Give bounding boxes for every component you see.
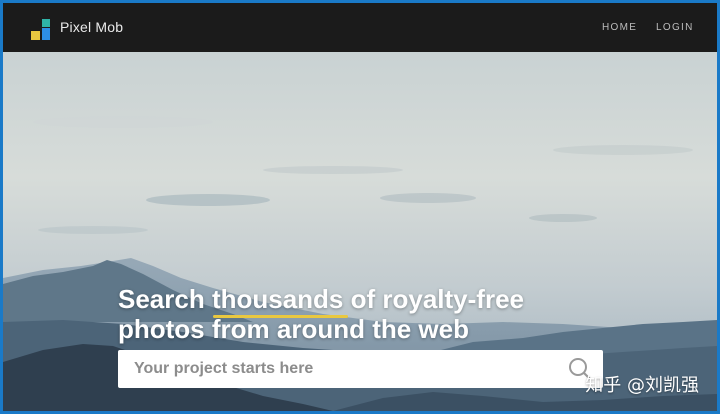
- navbar: Pixel Mob HOME LOGIN: [3, 3, 717, 52]
- brand-name[interactable]: Pixel Mob: [60, 19, 123, 35]
- hero-headline-line-1: Search thousands of royalty-free: [118, 284, 524, 314]
- logo-block-yellow: [31, 31, 40, 40]
- nav-login-link[interactable]: LOGIN: [656, 22, 694, 33]
- nav-home-link[interactable]: HOME: [602, 22, 637, 33]
- pixel-mob-logo-icon[interactable]: [29, 19, 51, 41]
- hero-section: Search thousands of royalty-free photos …: [3, 52, 717, 411]
- logo-block-blue: [42, 28, 50, 40]
- logo-block-teal: [42, 19, 50, 27]
- watermark-text: 知乎 @刘凯强: [585, 375, 699, 396]
- hero-headline-line-2: photos from around the web: [118, 314, 469, 344]
- hero-headline: Search thousands of royalty-free photos …: [118, 284, 524, 344]
- app-frame: Pixel Mob HOME LOGIN Search thousands of…: [3, 3, 717, 411]
- search-input[interactable]: [118, 350, 564, 388]
- search-bar: [118, 350, 603, 388]
